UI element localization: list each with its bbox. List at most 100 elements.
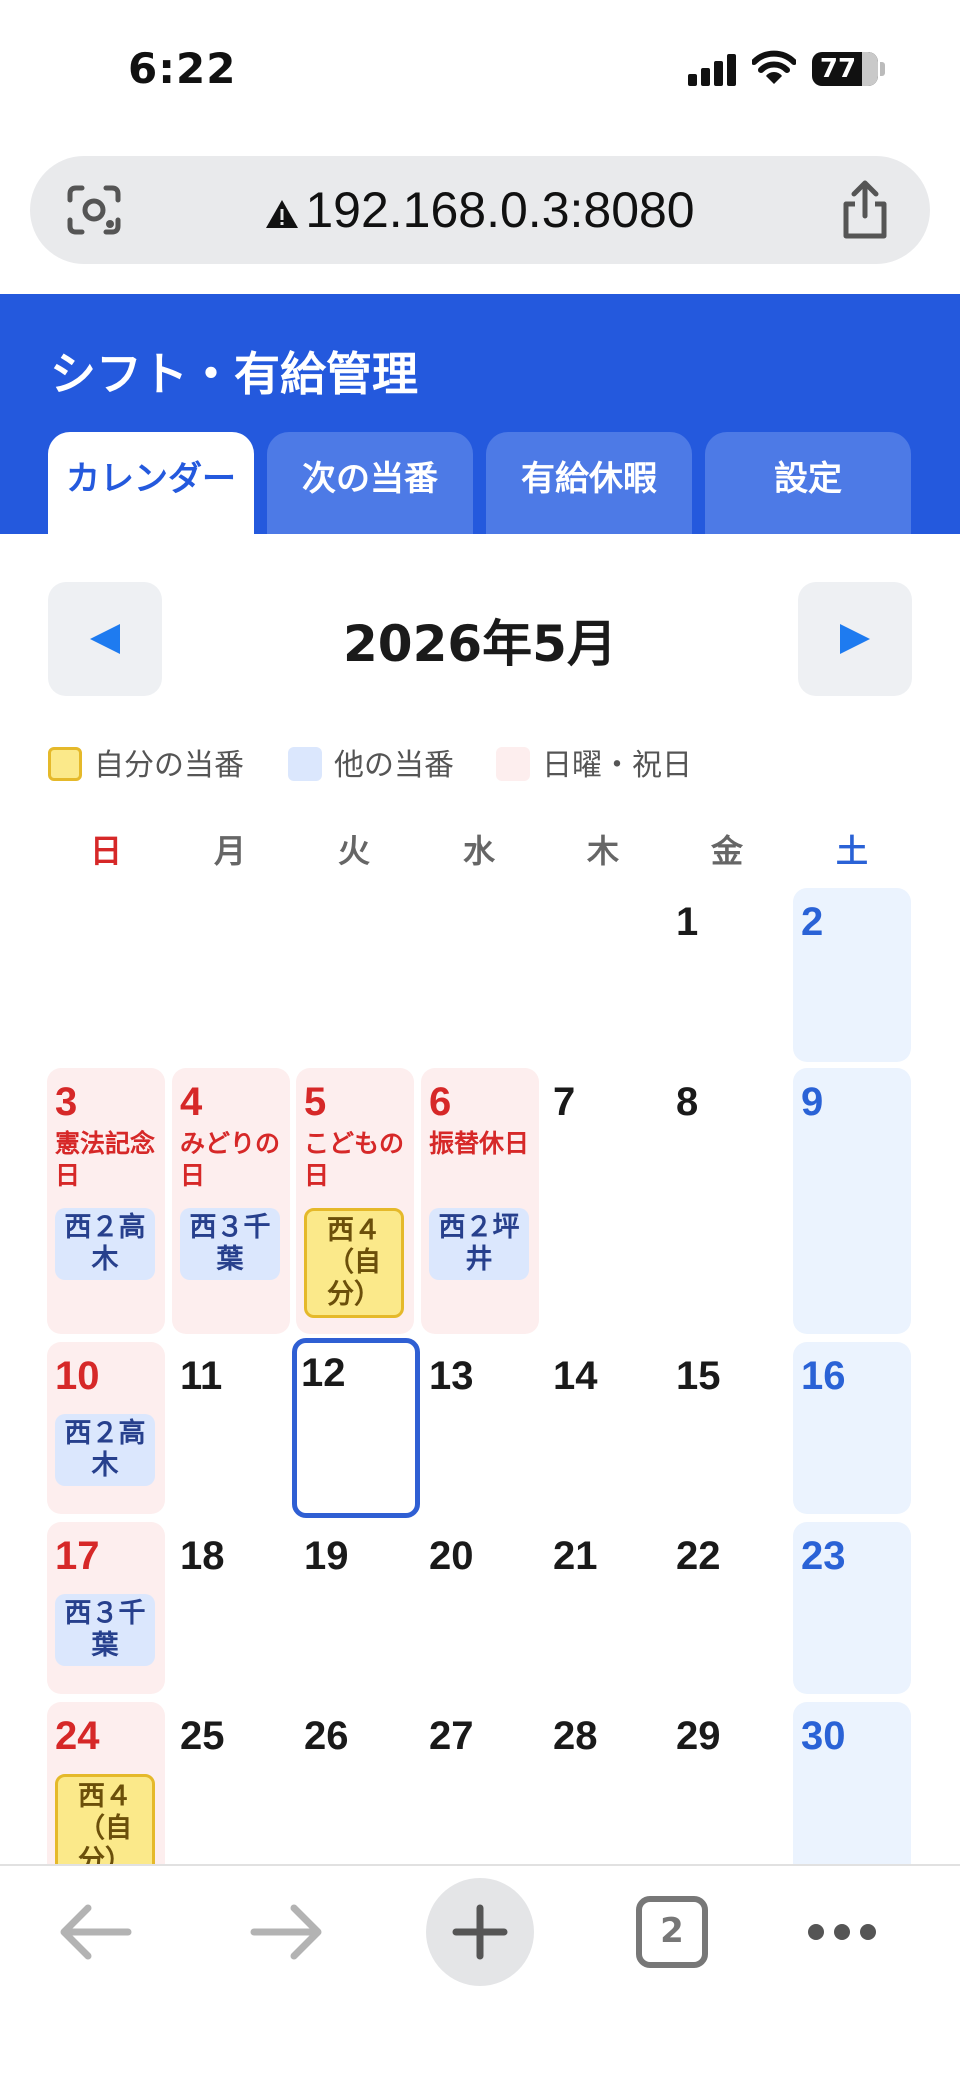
legend-swatch-mine: [48, 747, 82, 781]
status-time: 6:22: [128, 44, 237, 93]
day-number: 13: [429, 1354, 474, 1398]
day-cell[interactable]: 1: [668, 888, 786, 1062]
legend-label: 自分の当番: [94, 748, 244, 783]
day-number: 4: [180, 1080, 203, 1124]
day-number: 2: [801, 900, 824, 944]
url-text[interactable]: 192.168.0.3:8080: [30, 156, 930, 264]
day-cell[interactable]: 21: [545, 1522, 663, 1694]
day-cell[interactable]: 4 みどりの日 西３千葉: [172, 1068, 290, 1334]
legend-label: 他の当番: [334, 748, 454, 783]
day-number: 9: [801, 1080, 824, 1124]
day-cell[interactable]: 11: [172, 1342, 290, 1514]
holiday-label: こどもの日: [304, 1129, 405, 1190]
day-number: 21: [553, 1534, 598, 1578]
battery-level: 77: [819, 54, 857, 84]
day-cell[interactable]: 2: [793, 888, 911, 1062]
tab-settings[interactable]: 設定: [705, 432, 911, 534]
day-number: 7: [553, 1080, 576, 1124]
month-title: 2026年5月: [343, 615, 617, 673]
day-number: 30: [801, 1714, 846, 1758]
weekday-fri: 金: [710, 832, 743, 870]
day-cell[interactable]: 7: [545, 1068, 663, 1334]
day-number: 26: [304, 1714, 349, 1758]
day-number: 17: [55, 1534, 100, 1578]
day-number: 23: [801, 1534, 846, 1578]
day-number: 8: [676, 1080, 699, 1124]
day-cell[interactable]: 13: [421, 1342, 539, 1514]
day-number: 16: [801, 1354, 846, 1398]
shift-chip-other[interactable]: 西２高木: [55, 1414, 155, 1486]
day-cell[interactable]: 18: [172, 1522, 290, 1694]
day-cell[interactable]: 22: [668, 1522, 786, 1694]
day-cell[interactable]: 29: [668, 1702, 786, 1862]
next-month-button[interactable]: [798, 582, 912, 696]
day-cell[interactable]: 26: [296, 1702, 414, 1862]
day-cell[interactable]: 25: [172, 1702, 290, 1862]
new-tab-button[interactable]: [426, 1878, 534, 1986]
legend-swatch-other: [288, 747, 322, 781]
legend-my-shift: 自分の当番: [48, 740, 244, 784]
day-cell-today[interactable]: 12: [292, 1338, 420, 1518]
tab-next-duty[interactable]: 次の当番: [267, 432, 473, 534]
day-cell[interactable]: 3 憲法記念日 西２高木: [47, 1068, 165, 1334]
day-number: 15: [676, 1354, 721, 1398]
day-cell[interactable]: 9: [793, 1068, 911, 1334]
legend-other-shift: 他の当番: [288, 740, 454, 784]
battery-cap: [880, 62, 885, 76]
weekday-wed: 水: [462, 832, 495, 870]
back-arrow-icon[interactable]: [58, 1902, 132, 1962]
wifi-icon: [752, 50, 796, 84]
status-bar: 6:22 77: [0, 0, 960, 140]
plus-icon: [452, 1904, 508, 1960]
day-number: 25: [180, 1714, 225, 1758]
day-number: 6: [429, 1080, 452, 1124]
day-number: 5: [304, 1080, 327, 1124]
day-number: 14: [553, 1354, 598, 1398]
tabs-button[interactable]: 2: [636, 1896, 708, 1968]
warning-icon: [266, 200, 299, 228]
weekday-mon: 月: [213, 832, 246, 870]
battery-icon: 77: [812, 52, 878, 86]
day-cell[interactable]: 8: [668, 1068, 786, 1334]
day-cell[interactable]: 17 西３千葉: [47, 1522, 165, 1694]
shift-chip-mine[interactable]: 西４（自分）: [304, 1208, 404, 1318]
shift-chip-other[interactable]: 西２高木: [55, 1208, 155, 1280]
day-cell[interactable]: 27: [421, 1702, 539, 1862]
weekday-thu: 木: [586, 832, 619, 870]
day-number: 28: [553, 1714, 598, 1758]
address-bar[interactable]: 192.168.0.3:8080: [30, 156, 930, 264]
shift-chip-other[interactable]: 西２坪井: [429, 1208, 529, 1280]
triangle-left-icon: [90, 624, 120, 654]
share-icon[interactable]: [838, 180, 892, 240]
day-number: 18: [180, 1534, 225, 1578]
prev-month-button[interactable]: [48, 582, 162, 696]
day-cell[interactable]: 20: [421, 1522, 539, 1694]
weekday-sun: 日: [89, 832, 122, 870]
shift-chip-other[interactable]: 西３千葉: [180, 1208, 280, 1280]
url-value: 192.168.0.3:8080: [305, 182, 695, 238]
day-cell[interactable]: 19: [296, 1522, 414, 1694]
forward-arrow-icon[interactable]: [250, 1902, 324, 1962]
day-cell[interactable]: 15: [668, 1342, 786, 1514]
tab-calendar[interactable]: カレンダー: [48, 432, 254, 534]
day-number: 27: [429, 1714, 474, 1758]
day-number: 3: [55, 1080, 78, 1124]
day-cell[interactable]: 6 振替休日 西２坪井: [421, 1068, 539, 1334]
holiday-label: 振替休日: [429, 1129, 530, 1158]
day-cell[interactable]: 23: [793, 1522, 911, 1694]
day-cell[interactable]: 14: [545, 1342, 663, 1514]
day-cell[interactable]: 16: [793, 1342, 911, 1514]
day-cell[interactable]: 5 こどもの日 西４（自分）: [296, 1068, 414, 1334]
day-number: 19: [304, 1534, 349, 1578]
holiday-label: 憲法記念日: [55, 1129, 156, 1190]
tab-bar: カレンダー 次の当番 有給休暇 設定: [48, 432, 912, 534]
day-number: 24: [55, 1714, 100, 1758]
day-cell[interactable]: 28: [545, 1702, 663, 1862]
app-header: シフト・有給管理 カレンダー 次の当番 有給休暇 設定: [0, 294, 960, 534]
day-number: 20: [429, 1534, 474, 1578]
more-dots-icon[interactable]: [806, 1922, 878, 1942]
tab-paid-leave[interactable]: 有給休暇: [486, 432, 692, 534]
cellular-signal-icon: [688, 54, 738, 86]
day-cell[interactable]: 10 西２高木: [47, 1342, 165, 1514]
shift-chip-other[interactable]: 西３千葉: [55, 1594, 155, 1666]
